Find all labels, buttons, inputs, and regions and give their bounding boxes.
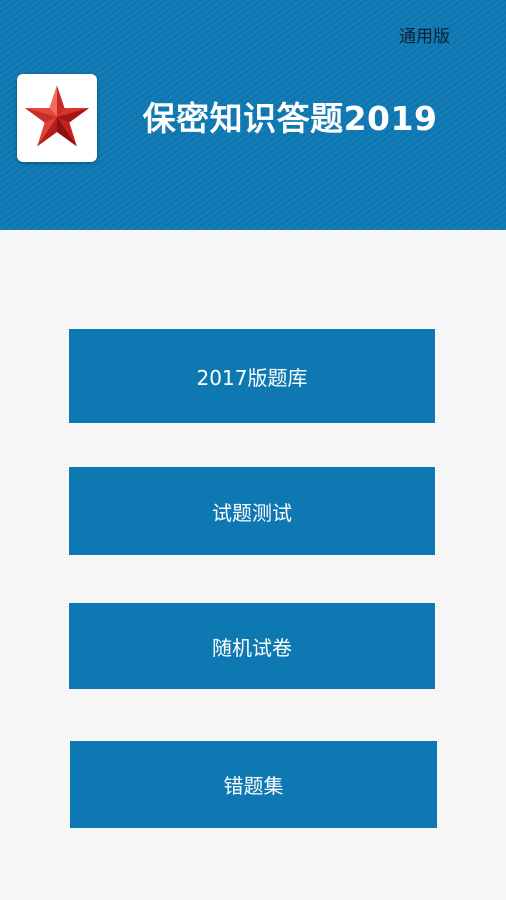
question-bank-2017-button[interactable]: 2017版题库 [69,329,435,423]
wrong-questions-label: 错题集 [223,774,284,798]
app-header: 通用版 保密知识答题2019 [0,0,506,230]
wrong-questions-button[interactable]: 错题集 [70,741,437,828]
practice-test-button[interactable]: 试题测试 [69,467,435,555]
app-logo [17,74,97,162]
random-paper-button[interactable]: 随机试卷 [69,603,435,689]
random-paper-label: 随机试卷 [212,635,292,660]
practice-test-label: 试题测试 [212,500,292,525]
question-bank-2017-label: 2017版题库 [196,365,308,390]
red-star-icon [25,85,89,147]
edition-label: 通用版 [399,27,450,47]
app-title: 保密知识答题2019 [142,99,438,138]
